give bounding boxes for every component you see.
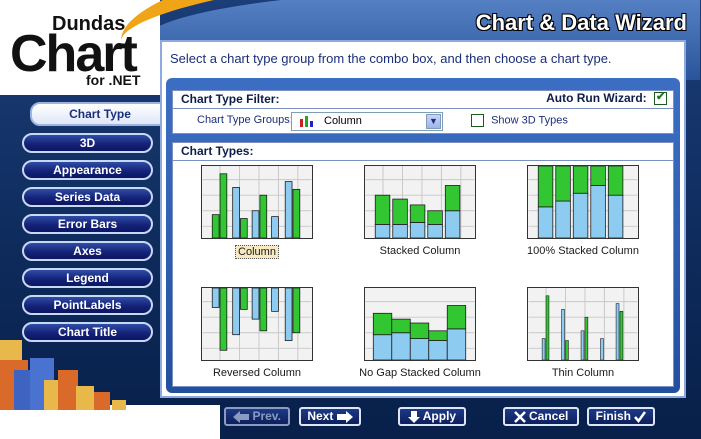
chart-types-grid: Column Stacked Column 100% Stacked Colum… — [173, 161, 673, 387]
nav-legend[interactable]: Legend — [22, 268, 153, 288]
filter-header: Chart Type Filter: Auto Run Wizard: — [173, 90, 673, 109]
prev-button[interactable]: Prev. — [224, 407, 290, 426]
prev-label: Prev. — [252, 409, 281, 423]
groups-label: Chart Type Groups: — [197, 114, 293, 126]
main-panel: Select a chart type group from the combo… — [160, 40, 686, 398]
chart-type-label: Stacked Column — [379, 245, 461, 257]
instruction-text: Select a chart type group from the combo… — [170, 51, 612, 66]
column-thumbnail — [201, 165, 313, 239]
next-button[interactable]: Next — [299, 407, 361, 426]
filter-row: Chart Type Groups: Column ▼ Show 3D Type… — [173, 109, 673, 133]
wizard-window: Dundas Chart for .NET Chart & Data Wizar… — [0, 0, 701, 439]
types-title: Chart Types: — [181, 144, 254, 158]
chart-type-100-stacked-column[interactable]: 100% Stacked Column — [508, 165, 658, 258]
auto-run-label: Auto Run Wizard: — [546, 91, 647, 105]
combo-value: Column — [324, 115, 362, 127]
arrow-left-icon — [233, 411, 250, 423]
show-3d-checkbox[interactable] — [471, 114, 484, 127]
no-gap-stacked-column-thumbnail — [364, 287, 476, 361]
arrow-down-icon — [407, 411, 420, 423]
nav-point-labels[interactable]: PointLabels — [22, 295, 153, 315]
close-icon — [513, 411, 526, 423]
auto-run-wizard: Auto Run Wizard: — [546, 90, 667, 106]
cancel-label: Cancel — [528, 409, 569, 423]
chevron-down-icon[interactable]: ▼ — [426, 114, 441, 129]
thin-column-thumbnail — [527, 287, 639, 361]
show-3d-types: Show 3D Types — [471, 114, 568, 127]
chart-type-label: 100% Stacked Column — [527, 245, 639, 257]
chart-type-label: Thin Column — [551, 367, 615, 379]
chart-type-column[interactable]: Column — [182, 165, 332, 259]
content-area: Chart Type Filter: Auto Run Wizard: Char… — [166, 78, 680, 393]
nav-appearance[interactable]: Appearance — [22, 160, 153, 180]
finish-button[interactable]: Finish — [587, 407, 655, 426]
finish-label: Finish — [595, 409, 631, 423]
chart-type-groups-combo[interactable]: Column ▼ — [291, 112, 443, 131]
filter-title: Chart Type Filter: — [181, 92, 280, 106]
bottom-left-corner — [0, 405, 220, 439]
apply-label: Apply — [422, 409, 457, 423]
checkmark-icon — [634, 411, 647, 424]
chart-type-stacked-column[interactable]: Stacked Column — [345, 165, 495, 258]
nav-chart-title[interactable]: Chart Title — [22, 322, 153, 342]
nav-error-bars[interactable]: Error Bars — [22, 214, 153, 234]
chart-type-label: Reversed Column — [212, 367, 302, 379]
types-header: Chart Types: — [173, 143, 673, 161]
chart-type-reversed-column[interactable]: Reversed Column — [182, 287, 332, 380]
100-stacked-column-thumbnail — [527, 165, 639, 239]
auto-run-checkbox[interactable] — [654, 90, 667, 106]
nav-series-data[interactable]: Series Data — [22, 187, 153, 207]
stacked-column-thumbnail — [364, 165, 476, 239]
chart-type-label: Column — [235, 245, 279, 259]
cancel-button[interactable]: Cancel — [503, 407, 579, 426]
nav-axes[interactable]: Axes — [22, 241, 153, 261]
nav-chart-type[interactable]: Chart Type — [30, 102, 170, 126]
nav-3d[interactable]: 3D — [22, 133, 153, 153]
chart-types-group: Chart Types: Column Stacked Column 100% … — [172, 142, 674, 387]
arrow-right-icon — [336, 411, 353, 423]
apply-button[interactable]: Apply — [398, 407, 466, 426]
chart-type-filter-group: Chart Type Filter: Auto Run Wizard: Char… — [172, 90, 674, 134]
column-chart-icon — [300, 116, 313, 127]
wizard-steps-nav: Chart Type 3D Appearance Series Data Err… — [22, 102, 170, 349]
reversed-column-thumbnail — [201, 287, 313, 361]
chart-type-label: No Gap Stacked Column — [359, 367, 481, 379]
logo-platform: for .NET — [86, 72, 141, 88]
show-3d-label: Show 3D Types — [491, 114, 568, 127]
chart-type-no-gap-stacked-column[interactable]: No Gap Stacked Column — [345, 287, 495, 380]
next-label: Next — [307, 409, 334, 423]
chart-type-thin-column[interactable]: Thin Column — [508, 287, 658, 380]
wizard-title: Chart & Data Wizard — [475, 10, 687, 35]
